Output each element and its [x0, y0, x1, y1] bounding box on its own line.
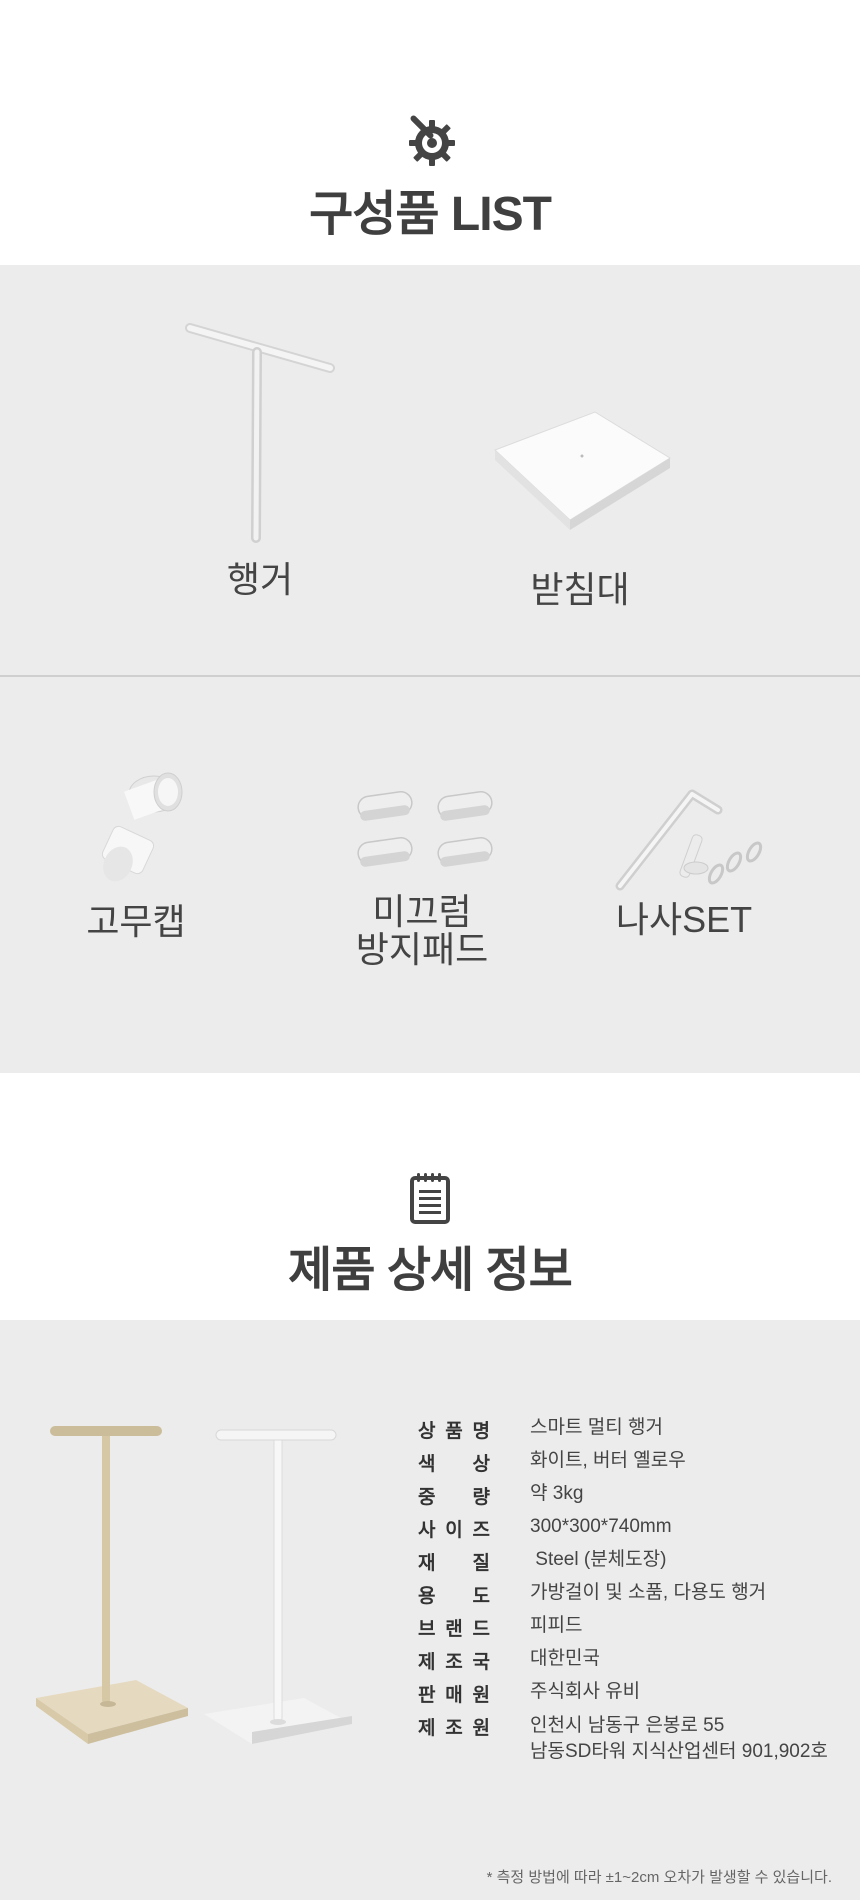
spec-key-char: 명: [472, 1421, 490, 1442]
t-hanger-image: [185, 323, 335, 543]
spec-key-char: 용: [418, 1586, 436, 1607]
product-hangers-image: [36, 1426, 352, 1744]
spec-key-char: 매: [445, 1685, 463, 1706]
spec-key: 제조국: [418, 1647, 490, 1673]
spec-key-char: 즈: [472, 1520, 490, 1541]
spec-value-line: 스마트 멀티 행거: [530, 1417, 663, 1438]
spec-key-char: 원: [472, 1718, 490, 1739]
spec-row: 재질 Steel (분체도장): [418, 1548, 828, 1574]
spec-key-char: 량: [472, 1487, 490, 1508]
spec-key-char: 판: [418, 1685, 436, 1706]
base-plate-image: [494, 411, 671, 530]
spec-value: 인천시 남동구 은봉로 55 남동SD타워 지식산업센터 901,902호: [530, 1713, 828, 1765]
spec-key-char: 질: [472, 1553, 490, 1574]
spec-value: 스마트 멀티 행거: [530, 1416, 663, 1439]
details-header: 제품 상세 정보: [0, 1172, 860, 1300]
component-label-line2: 방지패드: [355, 929, 489, 970]
spec-value-line: 약 3kg: [530, 1483, 584, 1504]
spec-row: 사 이 즈 300*300*740mm: [418, 1515, 828, 1541]
screw-set-image: [615, 789, 763, 891]
spec-value-line: 피피드: [530, 1615, 583, 1636]
spec-value: 주식회사 유비: [530, 1680, 640, 1703]
spec-key: 사이즈: [418, 1515, 490, 1541]
spec-key: 상품명: [418, 1416, 490, 1442]
spec-row: 용 도 가방걸이 및 소품, 다용도 행거: [418, 1581, 828, 1607]
spec-key-char: 랜: [445, 1619, 463, 1640]
spec-value: 약 3kg: [530, 1482, 583, 1505]
spec-key-char: 재: [418, 1553, 436, 1574]
spec-value: 화이트, 버터 옐로우: [530, 1449, 686, 1472]
spec-value-line: 화이트, 버터 옐로우: [530, 1450, 686, 1471]
component-anti-slip-pad: 미끄럼 방지패드: [322, 784, 522, 969]
spec-key-char: 제: [418, 1652, 436, 1673]
gear-wrench-icon: [409, 115, 455, 166]
spec-value: Steel (분체도장): [530, 1548, 666, 1571]
spec-key-char: 상: [418, 1421, 436, 1442]
spec-key: 용도: [418, 1581, 490, 1607]
component-hanger: 행거: [160, 318, 360, 599]
spec-key-char: 원: [472, 1685, 490, 1706]
anti-slip-pad-image: [357, 791, 493, 867]
spec-row: 중량약 3kg: [418, 1482, 828, 1508]
rubber-cap-image: [101, 772, 183, 882]
spec-key: 재질: [418, 1548, 490, 1574]
spec-value-line: 300*300*740mm: [530, 1516, 672, 1537]
component-base: 받침대: [480, 400, 680, 609]
spec-key-char: 품: [445, 1421, 463, 1442]
component-label: 받침대: [530, 569, 630, 610]
spec-key-char: 조: [445, 1652, 463, 1673]
spec-value: 300*300*740mm: [530, 1515, 672, 1538]
spec-key: 중량: [418, 1482, 490, 1508]
spec-row: 제 조 국 대한민국: [418, 1647, 828, 1673]
spec-row: 브 랜 드 피피드: [418, 1614, 828, 1640]
notepad-icon: [410, 1173, 450, 1224]
spec-value: 피피드: [530, 1614, 582, 1637]
component-label: 나사SET: [615, 899, 753, 940]
details-title: 제품 상세 정보: [288, 1244, 573, 1297]
spec-row: 색 상 화이트, 버터 옐로우: [418, 1449, 828, 1475]
spec-table: 상 품 명 스마트 멀티 행거 색 상 화이트, 버터 옐로우 중 량 약 3kg 사 이 즈 300*3…: [418, 1416, 828, 1775]
spec-key-char: 상: [472, 1454, 490, 1475]
spec-key: 판매원: [418, 1680, 490, 1706]
spec-key-char: 국: [472, 1652, 490, 1673]
spec-key-char: 드: [472, 1619, 490, 1640]
spec-key-char: 사: [418, 1520, 436, 1541]
spec-key-char: 색: [418, 1454, 436, 1475]
spec-row: 상 품 명 스마트 멀티 행거: [418, 1416, 828, 1442]
component-screw-set: 나사SET: [584, 782, 784, 939]
spec-value-line: 남동SD타워 지식산업센터 901,902호: [530, 1741, 828, 1762]
spec-value: 대한민국: [530, 1647, 600, 1670]
spec-key-char: 이: [445, 1520, 463, 1541]
spec-row: 판 매 원 주식회사 유비: [418, 1680, 828, 1706]
spec-value-line: 대한민국: [530, 1648, 600, 1669]
spec-value-line: 주식회사 유비: [530, 1681, 641, 1702]
spec-key-char: 제: [418, 1718, 436, 1739]
spec-key: 색상: [418, 1449, 490, 1475]
measurement-footnote: * 측정 방법에 따라 ±1~2cm 오차가 발생할 수 있습니다.: [486, 1869, 832, 1886]
spec-value-line: Steel (분체도장): [530, 1549, 667, 1570]
spec-key: 제조원: [418, 1713, 490, 1739]
spec-value-line: 인천시 남동구 은봉로 55: [530, 1715, 725, 1736]
components-header: 구성품 LIST: [0, 114, 860, 244]
component-label-line1: 미끄럼: [372, 891, 472, 932]
spec-value: 가방걸이 및 소품, 다용도 행거: [530, 1581, 766, 1604]
spec-key-char: 조: [445, 1718, 463, 1739]
spec-key-char: 도: [472, 1586, 490, 1607]
spec-row: 제 조 원 인천시 남동구 은봉로 55 남동SD타워 지식산업센터 901,902호: [418, 1713, 828, 1765]
spec-value-line: 가방걸이 및 소품, 다용도 행거: [530, 1582, 767, 1603]
component-label: 고무캡: [86, 901, 186, 942]
component-rubber-cap: 고무캡: [36, 772, 236, 941]
spec-key-char: 브: [418, 1619, 436, 1640]
component-label: 행거: [226, 559, 294, 600]
spec-key: 브랜드: [418, 1614, 490, 1640]
band-divider: [0, 675, 860, 677]
spec-key-char: 중: [418, 1487, 436, 1508]
components-title: 구성품 LIST: [309, 188, 552, 241]
